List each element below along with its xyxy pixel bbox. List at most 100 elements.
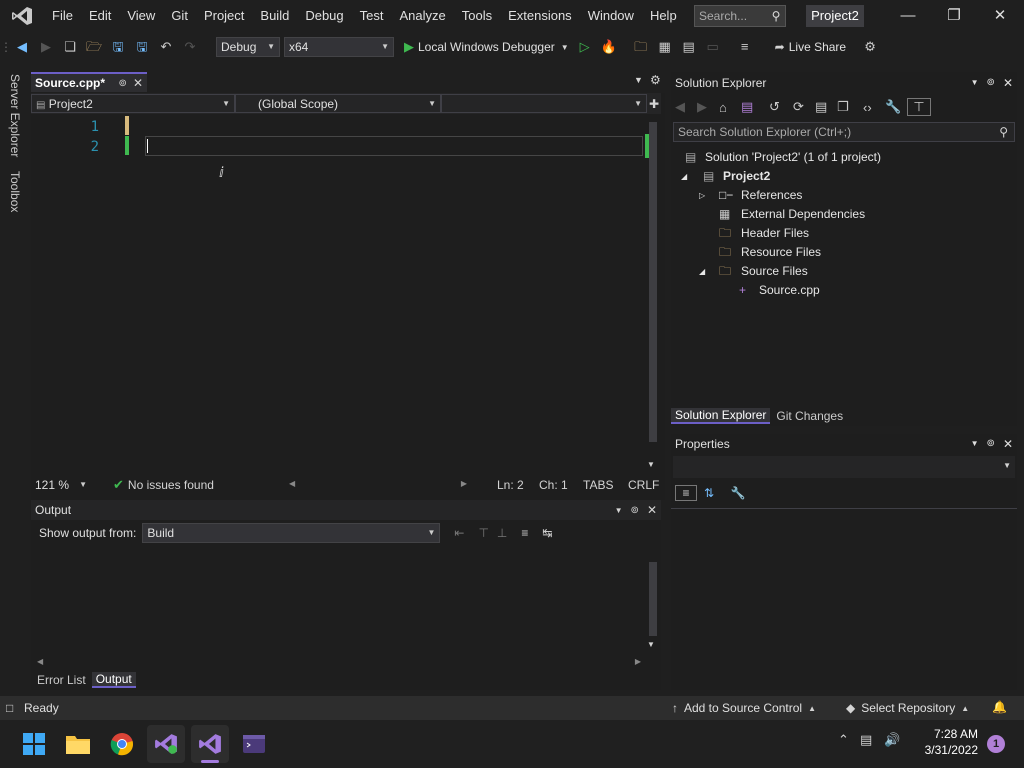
menu-tools[interactable]: Tools: [454, 0, 500, 32]
prev-message-icon[interactable]: ⊤: [478, 526, 488, 540]
tab-output[interactable]: Output: [91, 672, 136, 688]
menu-help[interactable]: Help: [642, 0, 685, 32]
solution-search-input[interactable]: Search Solution Explorer (Ctrl+;) ⚲: [673, 122, 1015, 142]
settings-gear-icon[interactable]: ⚙: [650, 73, 661, 87]
menu-test[interactable]: Test: [352, 0, 392, 32]
word-wrap-icon[interactable]: ↹: [542, 526, 552, 540]
editor-hscrollbar[interactable]: ◀ ▶: [289, 477, 467, 491]
tree-source-cpp[interactable]: + Source.cpp: [671, 281, 1017, 300]
tree-references[interactable]: ▷ □− References: [671, 186, 1017, 205]
expand-triangle-icon[interactable]: ◢: [681, 167, 703, 186]
folder-icon[interactable]: 🗀: [631, 37, 651, 57]
clear-all-icon[interactable]: ≡: [521, 526, 528, 540]
tray-chevron-up-icon[interactable]: ⌃: [838, 732, 860, 748]
toolbox-tab[interactable]: Toolbox: [8, 167, 22, 216]
next-message-icon[interactable]: ⊥: [497, 526, 507, 540]
properties-object-dropdown[interactable]: ▼: [673, 456, 1015, 478]
tree-resource-files[interactable]: 🗀 Resource Files: [671, 243, 1017, 262]
menu-extensions[interactable]: Extensions: [500, 0, 580, 32]
clock[interactable]: 7:28 AM 3/31/2022: [918, 727, 978, 757]
breakpoint-icon[interactable]: ▤: [679, 37, 699, 57]
vs-switch-icon[interactable]: ▤: [741, 99, 769, 115]
config-dropdown[interactable]: Debug ▼: [216, 37, 280, 57]
pin-icon[interactable]: ⊚: [987, 433, 995, 455]
tab-error-list[interactable]: Error List: [31, 673, 92, 687]
menu-view[interactable]: View: [119, 0, 163, 32]
scroll-thumb[interactable]: [649, 562, 657, 636]
menu-window[interactable]: Window: [580, 0, 642, 32]
close-icon[interactable]: ✕: [1003, 72, 1013, 94]
pin-icon[interactable]: ⊚: [631, 505, 639, 516]
nav-member-dropdown[interactable]: ▼: [441, 94, 647, 113]
menu-project[interactable]: Project: [196, 0, 252, 32]
find-message-icon[interactable]: ⇤: [454, 526, 464, 540]
redo-icon[interactable]: ↷: [180, 37, 200, 57]
layout-icon[interactable]: ▦: [655, 37, 675, 57]
tab-overflow-icon[interactable]: ▼: [634, 75, 643, 85]
pin-icon[interactable]: ⊚: [119, 78, 127, 89]
undo-icon[interactable]: ↶: [156, 37, 176, 57]
close-icon[interactable]: ✕: [1003, 433, 1013, 455]
doc-tab-source[interactable]: Source.cpp* ⊚ ✕: [31, 72, 147, 92]
split-icon[interactable]: ✚: [647, 97, 661, 111]
menu-debug[interactable]: Debug: [297, 0, 351, 32]
output-hscrollbar[interactable]: ◀ ▶: [31, 656, 641, 668]
tree-solution[interactable]: ▤ Solution 'Project2' (1 of 1 project): [671, 148, 1017, 167]
network-icon[interactable]: ▤: [860, 732, 884, 748]
chevron-down-icon[interactable]: ▼: [561, 43, 569, 52]
scroll-down-icon[interactable]: ▼: [647, 640, 655, 649]
hot-reload-icon[interactable]: 🔥: [599, 37, 619, 57]
wrench-icon[interactable]: 🔧: [885, 99, 907, 115]
tree-header-files[interactable]: 🗀 Header Files: [671, 224, 1017, 243]
chrome-icon[interactable]: [103, 725, 141, 763]
output-vscrollbar[interactable]: ▼: [645, 552, 661, 652]
comment-icon[interactable]: ≡: [735, 37, 755, 57]
search-box[interactable]: Search... ⚲: [694, 5, 786, 27]
notification-bell-icon[interactable]: 🔔: [992, 700, 1007, 714]
scroll-thumb[interactable]: [649, 122, 657, 442]
tab-solution-explorer[interactable]: Solution Explorer: [671, 408, 771, 424]
sync-icon[interactable]: ⟳: [793, 99, 815, 115]
chevron-down-icon[interactable]: ▼: [971, 72, 979, 94]
windows-start-icon[interactable]: [15, 725, 53, 763]
tabs-indicator[interactable]: TABS: [583, 478, 613, 492]
chevron-down-icon[interactable]: ▼: [615, 506, 623, 515]
start-without-debug-icon[interactable]: ▷: [575, 37, 595, 57]
editor-vscrollbar[interactable]: ▼: [645, 114, 661, 474]
scroll-down-icon[interactable]: ▼: [647, 460, 655, 469]
close-icon[interactable]: ✕: [647, 503, 657, 517]
visual-studio-installer-icon[interactable]: [147, 725, 185, 763]
forward-icon[interactable]: ▶: [697, 99, 719, 115]
volume-icon[interactable]: 🔊: [884, 732, 906, 748]
tree-project[interactable]: ◢ ▤ Project2: [671, 167, 1017, 186]
collapse-icon[interactable]: ▤: [815, 99, 837, 115]
tree-external-deps[interactable]: ▦ External Dependencies: [671, 205, 1017, 224]
collapsed-triangle-icon[interactable]: ▷: [699, 186, 719, 205]
file-explorer-icon[interactable]: [59, 725, 97, 763]
minimize-icon[interactable]: —: [885, 0, 931, 32]
new-project-icon[interactable]: ❏: [60, 37, 80, 57]
copy-icon[interactable]: ❐: [837, 99, 863, 115]
menu-edit[interactable]: Edit: [81, 0, 119, 32]
home-icon[interactable]: ⌂: [719, 100, 741, 115]
platform-dropdown[interactable]: x64 ▼: [284, 37, 394, 57]
chevron-down-icon[interactable]: ▼: [971, 433, 979, 455]
restore-icon[interactable]: ❐: [931, 0, 977, 32]
back-icon[interactable]: ◀: [675, 99, 697, 115]
property-pages-icon[interactable]: 🔧: [725, 486, 751, 500]
nav-scope-dropdown[interactable]: (Global Scope) ▼: [235, 94, 441, 113]
preview-icon[interactable]: ⊤: [907, 98, 931, 116]
close-tab-icon[interactable]: ✕: [133, 76, 143, 90]
categorized-icon[interactable]: ≡: [675, 485, 697, 501]
notification-badge[interactable]: 1: [987, 735, 1005, 753]
output-source-dropdown[interactable]: Build ▼: [142, 523, 441, 543]
terminal-icon[interactable]: [235, 725, 273, 763]
menu-analyze[interactable]: Analyze: [391, 0, 453, 32]
zoom-dropdown[interactable]: 121 % ▼: [31, 476, 91, 494]
nav-project-dropdown[interactable]: ▤ Project2 ▼: [31, 94, 235, 113]
menu-git[interactable]: Git: [163, 0, 196, 32]
code-area[interactable]: 1 2 ⅈ: [31, 114, 644, 474]
close-icon[interactable]: ✕: [977, 0, 1023, 32]
char-indicator[interactable]: Ch: 1: [539, 478, 568, 492]
expand-triangle-icon[interactable]: ◢: [699, 262, 719, 281]
